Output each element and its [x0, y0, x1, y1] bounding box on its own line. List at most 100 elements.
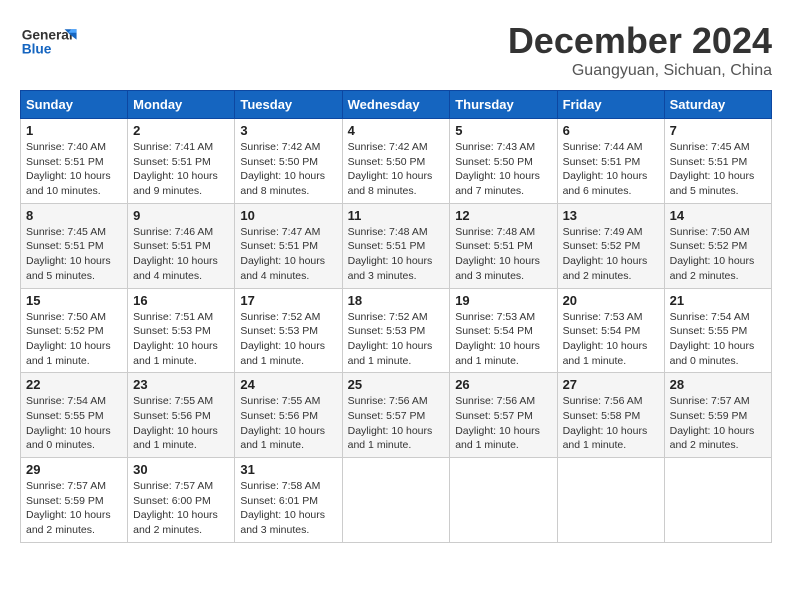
calendar-day-cell: 16Sunrise: 7:51 AM Sunset: 5:53 PM Dayli…	[128, 288, 235, 373]
day-number: 18	[348, 293, 445, 308]
day-info: Sunrise: 7:50 AM Sunset: 5:52 PM Dayligh…	[26, 310, 122, 369]
day-number: 16	[133, 293, 229, 308]
calendar-day-cell: 22 Sunrise: 7:54 AM Sunset: 5:55 PM Dayli…	[21, 373, 128, 458]
calendar-day-cell: 23Sunrise: 7:55 AM Sunset: 5:56 PM Dayli…	[128, 373, 235, 458]
calendar-day-cell: 24 Sunrise: 7:55 AM Sunset: 5:56 PM Dayli…	[235, 373, 342, 458]
calendar-day-cell: 2 Sunrise: 7:41 AM Sunset: 5:51 PM Daylig…	[128, 119, 235, 204]
day-info: Sunrise: 7:54 AM Sunset: 5:55 PM Dayligh…	[670, 310, 766, 369]
weekday-header-tuesday: Tuesday	[235, 91, 342, 119]
day-number: 7	[670, 123, 766, 138]
day-number: 14	[670, 208, 766, 223]
day-number: 29	[26, 462, 122, 477]
day-info: Sunrise: 7:53 AM Sunset: 5:54 PM Dayligh…	[563, 310, 659, 369]
day-number: 28	[670, 377, 766, 392]
day-number: 31	[240, 462, 336, 477]
weekday-header-thursday: Thursday	[450, 91, 557, 119]
day-number: 30	[133, 462, 229, 477]
calendar-day-cell: 27 Sunrise: 7:56 AM Sunset: 5:58 PM Dayli…	[557, 373, 664, 458]
calendar-day-cell: 29 Sunrise: 7:57 AM Sunset: 5:59 PM Dayli…	[21, 458, 128, 543]
page-title: December 2024	[508, 20, 772, 62]
calendar-week-row: 22 Sunrise: 7:54 AM Sunset: 5:55 PM Dayli…	[21, 373, 772, 458]
calendar-day-cell	[342, 458, 450, 543]
day-info: Sunrise: 7:41 AM Sunset: 5:51 PM Dayligh…	[133, 140, 229, 199]
calendar-day-cell: 21 Sunrise: 7:54 AM Sunset: 5:55 PM Dayli…	[664, 288, 771, 373]
calendar-day-cell: 19Sunrise: 7:53 AM Sunset: 5:54 PM Dayli…	[450, 288, 557, 373]
calendar-day-cell: 31Sunrise: 7:58 AM Sunset: 6:01 PM Dayli…	[235, 458, 342, 543]
calendar-day-cell: 7 Sunrise: 7:45 AM Sunset: 5:51 PM Daylig…	[664, 119, 771, 204]
day-number: 22	[26, 377, 122, 392]
day-info: Sunrise: 7:49 AM Sunset: 5:52 PM Dayligh…	[563, 225, 659, 284]
day-info: Sunrise: 7:57 AM Sunset: 6:00 PM Dayligh…	[133, 479, 229, 538]
day-info: Sunrise: 7:48 AM Sunset: 5:51 PM Dayligh…	[455, 225, 551, 284]
day-info: Sunrise: 7:57 AM Sunset: 5:59 PM Dayligh…	[26, 479, 122, 538]
calendar-day-cell: 5Sunrise: 7:43 AM Sunset: 5:50 PM Daylig…	[450, 119, 557, 204]
weekday-header-monday: Monday	[128, 91, 235, 119]
calendar-day-cell: 15 Sunrise: 7:50 AM Sunset: 5:52 PM Dayli…	[21, 288, 128, 373]
calendar-day-cell: 1 Sunrise: 7:40 AM Sunset: 5:51 PM Daylig…	[21, 119, 128, 204]
calendar-day-cell: 25 Sunrise: 7:56 AM Sunset: 5:57 PM Dayli…	[342, 373, 450, 458]
day-number: 1	[26, 123, 122, 138]
weekday-header-saturday: Saturday	[664, 91, 771, 119]
day-info: Sunrise: 7:56 AM Sunset: 5:57 PM Dayligh…	[455, 394, 551, 453]
day-number: 20	[563, 293, 659, 308]
day-number: 4	[348, 123, 445, 138]
calendar-day-cell	[664, 458, 771, 543]
day-info: Sunrise: 7:45 AM Sunset: 5:51 PM Dayligh…	[26, 225, 122, 284]
calendar-day-cell: 10Sunrise: 7:47 AM Sunset: 5:51 PM Dayli…	[235, 203, 342, 288]
calendar-day-cell: 11 Sunrise: 7:48 AM Sunset: 5:51 PM Dayli…	[342, 203, 450, 288]
calendar-day-cell: 30 Sunrise: 7:57 AM Sunset: 6:00 PM Dayli…	[128, 458, 235, 543]
svg-text:Blue: Blue	[22, 41, 52, 56]
logo-icon: General Blue	[20, 20, 80, 60]
page-subtitle: Guangyuan, Sichuan, China	[508, 62, 772, 80]
calendar-day-cell: 12 Sunrise: 7:48 AM Sunset: 5:51 PM Dayli…	[450, 203, 557, 288]
day-number: 15	[26, 293, 122, 308]
day-info: Sunrise: 7:52 AM Sunset: 5:53 PM Dayligh…	[348, 310, 445, 369]
calendar-day-cell: 13 Sunrise: 7:49 AM Sunset: 5:52 PM Dayli…	[557, 203, 664, 288]
day-info: Sunrise: 7:42 AM Sunset: 5:50 PM Dayligh…	[348, 140, 445, 199]
calendar-day-cell: 26 Sunrise: 7:56 AM Sunset: 5:57 PM Dayli…	[450, 373, 557, 458]
day-info: Sunrise: 7:53 AM Sunset: 5:54 PM Dayligh…	[455, 310, 551, 369]
calendar-day-cell: 6 Sunrise: 7:44 AM Sunset: 5:51 PM Daylig…	[557, 119, 664, 204]
calendar-day-cell: 18 Sunrise: 7:52 AM Sunset: 5:53 PM Dayli…	[342, 288, 450, 373]
day-info: Sunrise: 7:45 AM Sunset: 5:51 PM Dayligh…	[670, 140, 766, 199]
day-number: 13	[563, 208, 659, 223]
day-number: 21	[670, 293, 766, 308]
day-info: Sunrise: 7:46 AM Sunset: 5:51 PM Dayligh…	[133, 225, 229, 284]
day-number: 11	[348, 208, 445, 223]
day-info: Sunrise: 7:40 AM Sunset: 5:51 PM Dayligh…	[26, 140, 122, 199]
page-header: General Blue December 2024 Guangyuan, Si…	[20, 20, 772, 80]
calendar-day-cell: 3Sunrise: 7:42 AM Sunset: 5:50 PM Daylig…	[235, 119, 342, 204]
day-number: 2	[133, 123, 229, 138]
day-info: Sunrise: 7:50 AM Sunset: 5:52 PM Dayligh…	[670, 225, 766, 284]
day-number: 12	[455, 208, 551, 223]
day-info: Sunrise: 7:42 AM Sunset: 5:50 PM Dayligh…	[240, 140, 336, 199]
calendar-day-cell: 9Sunrise: 7:46 AM Sunset: 5:51 PM Daylig…	[128, 203, 235, 288]
day-info: Sunrise: 7:55 AM Sunset: 5:56 PM Dayligh…	[133, 394, 229, 453]
day-number: 17	[240, 293, 336, 308]
day-number: 24	[240, 377, 336, 392]
day-number: 27	[563, 377, 659, 392]
calendar-body: 1 Sunrise: 7:40 AM Sunset: 5:51 PM Daylig…	[21, 119, 772, 543]
day-number: 5	[455, 123, 551, 138]
day-info: Sunrise: 7:54 AM Sunset: 5:55 PM Dayligh…	[26, 394, 122, 453]
day-info: Sunrise: 7:52 AM Sunset: 5:53 PM Dayligh…	[240, 310, 336, 369]
calendar-week-row: 15 Sunrise: 7:50 AM Sunset: 5:52 PM Dayli…	[21, 288, 772, 373]
calendar-day-cell	[450, 458, 557, 543]
day-number: 6	[563, 123, 659, 138]
calendar-day-cell: 17 Sunrise: 7:52 AM Sunset: 5:53 PM Dayli…	[235, 288, 342, 373]
calendar-table: SundayMondayTuesdayWednesdayThursdayFrid…	[20, 90, 772, 543]
calendar-day-cell: 14 Sunrise: 7:50 AM Sunset: 5:52 PM Dayli…	[664, 203, 771, 288]
day-info: Sunrise: 7:48 AM Sunset: 5:51 PM Dayligh…	[348, 225, 445, 284]
calendar-day-cell: 28 Sunrise: 7:57 AM Sunset: 5:59 PM Dayli…	[664, 373, 771, 458]
weekday-header-wednesday: Wednesday	[342, 91, 450, 119]
day-info: Sunrise: 7:44 AM Sunset: 5:51 PM Dayligh…	[563, 140, 659, 199]
calendar-day-cell: 20 Sunrise: 7:53 AM Sunset: 5:54 PM Dayli…	[557, 288, 664, 373]
day-info: Sunrise: 7:56 AM Sunset: 5:57 PM Dayligh…	[348, 394, 445, 453]
day-info: Sunrise: 7:55 AM Sunset: 5:56 PM Dayligh…	[240, 394, 336, 453]
calendar-week-row: 8Sunrise: 7:45 AM Sunset: 5:51 PM Daylig…	[21, 203, 772, 288]
weekday-header-sunday: Sunday	[21, 91, 128, 119]
day-number: 26	[455, 377, 551, 392]
day-info: Sunrise: 7:56 AM Sunset: 5:58 PM Dayligh…	[563, 394, 659, 453]
day-number: 25	[348, 377, 445, 392]
day-info: Sunrise: 7:57 AM Sunset: 5:59 PM Dayligh…	[670, 394, 766, 453]
